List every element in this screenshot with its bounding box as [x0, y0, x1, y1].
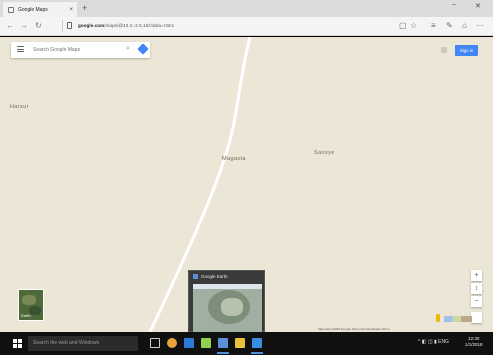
taskbar-search-box[interactable]: Search the web and Windows — [28, 336, 138, 351]
reading-view-icon[interactable]: ▢ — [399, 21, 407, 30]
satellite-terrain-dark — [29, 306, 41, 315]
forward-icon[interactable]: → — [20, 21, 28, 30]
maps-favicon-icon — [8, 6, 14, 13]
satellite-label: Earth — [21, 313, 31, 318]
ie-icon[interactable] — [251, 338, 263, 354]
browser-tab-bar: Google Maps × + − ✕ — [0, 0, 493, 17]
address-toolbar: ← → ↻ google.com/maps/@43.2,-2.5,16z/dat… — [0, 17, 493, 36]
map-canvas[interactable]: Harsur Magasta Sansye ⌕ Sign in Earth Go… — [0, 37, 493, 332]
url-path: /maps/@43.2,-2.5,16z/data=!3m1 — [104, 23, 175, 28]
preview-thumbnail — [193, 284, 262, 332]
lock-icon — [67, 22, 72, 29]
clock-date: 1/1/2018 — [465, 342, 483, 347]
windows-start-icon[interactable] — [13, 339, 22, 348]
address-field[interactable]: google.com/maps/@43.2,-2.5,16z/data=!3m1 — [78, 23, 174, 28]
zoom-in-button[interactable]: + — [471, 270, 482, 281]
place-label-left: Harsur — [10, 104, 29, 110]
start-pane-2 — [18, 339, 22, 343]
clock-time: 12:30 — [468, 336, 480, 341]
preview-title-text: Google Earth — [201, 274, 228, 279]
tab-title: Google Maps — [18, 6, 48, 13]
back-icon[interactable]: ← — [6, 21, 14, 30]
taskbar-clock[interactable]: 12:30 1/1/2018 — [465, 336, 483, 348]
task-view-icon[interactable] — [150, 338, 160, 348]
minimize-icon[interactable]: − — [452, 2, 456, 9]
hamburger-menu-icon[interactable] — [17, 46, 24, 52]
place-label-center: Magasta — [222, 156, 246, 162]
windows-taskbar: Search the web and Windows ^ ◧ ◫ ▮ ENG 1… — [0, 332, 493, 355]
firefox-icon[interactable] — [167, 338, 177, 348]
file-explorer-icon[interactable] — [235, 338, 245, 348]
preview-toolbar — [193, 284, 262, 289]
edge-icon[interactable] — [184, 338, 194, 348]
compass-button[interactable]: ↕ — [471, 283, 482, 294]
url-domain: google.com — [78, 23, 105, 28]
earth-app-icon — [193, 274, 198, 279]
satellite-toggle[interactable]: Earth — [18, 289, 44, 321]
favorite-star-icon[interactable]: ☆ — [410, 21, 417, 30]
close-window-icon[interactable]: ✕ — [475, 2, 481, 10]
satellite-terrain — [22, 295, 36, 305]
start-pane-1 — [13, 339, 17, 343]
preview-globe-highlight — [221, 298, 243, 316]
refresh-icon[interactable]: ↻ — [35, 21, 42, 30]
new-tab-button[interactable]: + — [82, 3, 87, 14]
google-earth-taskbar-icon[interactable] — [217, 338, 229, 354]
toolbar-divider — [62, 20, 63, 32]
imagery-strip[interactable] — [444, 316, 472, 322]
pegman-icon[interactable] — [436, 314, 440, 322]
system-tray-icons[interactable]: ^ ◧ ◫ ▮ ENG — [418, 339, 449, 345]
share-icon[interactable]: ⌂ — [462, 21, 467, 30]
sign-in-button[interactable]: Sign in — [455, 45, 478, 56]
place-label-right: Sansye — [314, 150, 335, 156]
zoom-out-button[interactable]: − — [471, 296, 482, 307]
taskbar-preview-popup[interactable]: Google Earth — [188, 270, 265, 332]
apps-grid-icon[interactable] — [441, 47, 447, 53]
map-footer-attribution: Map data ©2018 Google Terms Send feedbac… — [318, 327, 390, 331]
maps-search-input[interactable] — [33, 45, 113, 55]
start-pane-4 — [18, 344, 22, 348]
search-icon[interactable]: ⌕ — [126, 45, 130, 53]
web-note-icon[interactable]: ✎ — [446, 21, 453, 30]
tab-close-icon[interactable]: × — [69, 7, 73, 13]
directions-icon[interactable] — [137, 43, 149, 55]
maps-app-icon[interactable] — [201, 338, 211, 348]
taskbar-search-placeholder: Search the web and Windows — [33, 340, 100, 346]
layers-toggle-button[interactable] — [471, 312, 482, 323]
more-icon[interactable]: ··· — [476, 21, 484, 30]
tab-google-maps[interactable]: Google Maps × — [3, 2, 77, 17]
hub-icon[interactable]: ≡ — [431, 21, 436, 30]
maps-search-box: ⌕ — [11, 42, 150, 58]
start-pane-3 — [13, 344, 17, 348]
preview-title: Google Earth — [193, 274, 228, 279]
